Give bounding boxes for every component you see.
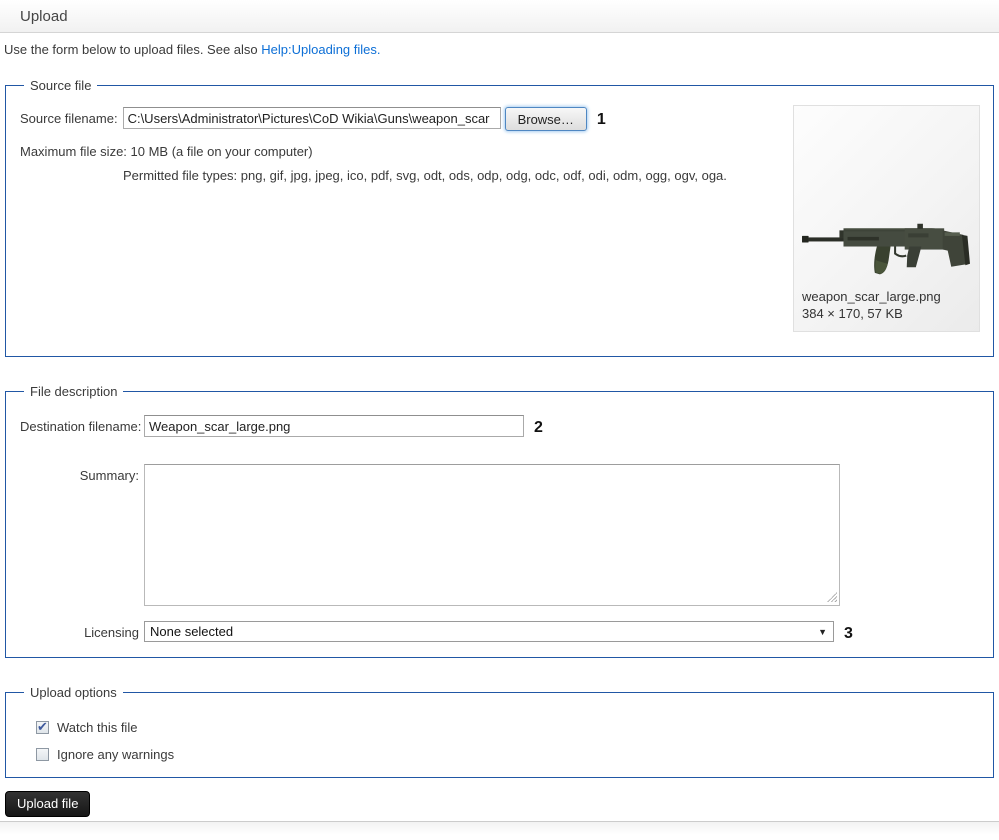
source-file-legend: Source file [30,78,92,93]
weapon-preview-image [794,106,979,284]
ignore-warnings-checkbox[interactable] [36,748,49,761]
annotation-2: 2 [534,419,543,436]
summary-row: Summary: [20,464,979,609]
scar-rifle-graphic [801,223,970,275]
file-description-fieldset: File description Destination filename: 2… [5,384,994,658]
file-preview-box: weapon_scar_large.png 384 × 170, 57 KB [793,105,980,332]
ignore-warnings-row: Ignore any warnings [36,747,979,762]
intro-text: Use the form below to upload files. See … [0,33,999,57]
upload-file-button[interactable]: Upload file [5,791,91,817]
summary-textarea[interactable] [144,464,840,606]
licensing-row: Licensing None selected ▼ 3 [20,621,979,643]
source-filename-label: Source filename: [20,111,118,126]
annotation-3: 3 [844,625,853,642]
preview-filename: weapon_scar_large.png [802,289,941,304]
destination-filename-input[interactable] [144,415,524,437]
destination-filename-row: Destination filename: 2 [20,415,979,437]
destination-filename-label: Destination filename: [20,419,142,434]
annotation-1: 1 [596,111,606,128]
ignore-warnings-label: Ignore any warnings [57,747,175,762]
page-header: Upload [0,0,999,33]
page-title: Upload [20,8,68,25]
licensing-label: Licensing [84,625,139,640]
help-uploading-files-link[interactable]: Help:Uploading files. [261,42,380,57]
watch-file-row: Watch this file [36,719,979,735]
file-description-legend: File description [30,384,118,399]
summary-label: Summary: [79,468,139,483]
dropdown-arrow-icon: ▼ [818,626,827,637]
licensing-select[interactable]: None selected ▼ [144,621,834,642]
upload-options-fieldset: Upload options Watch this file Ignore an… [5,685,994,778]
source-filename-input[interactable] [122,107,501,129]
watch-this-file-checkbox[interactable] [36,719,49,735]
source-file-fieldset: Source file Source filename: Browse… 1 M… [5,78,994,357]
preview-meta: 384 × 170, 57 KB [802,306,903,321]
watch-this-file-label: Watch this file [57,720,138,735]
upload-options-legend: Upload options [30,685,117,700]
footer-divider [0,821,999,835]
intro-text-plain: Use the form below to upload files. See … [4,42,262,57]
licensing-selected-value: None selected [150,624,234,639]
browse-button[interactable]: Browse… [504,107,587,131]
